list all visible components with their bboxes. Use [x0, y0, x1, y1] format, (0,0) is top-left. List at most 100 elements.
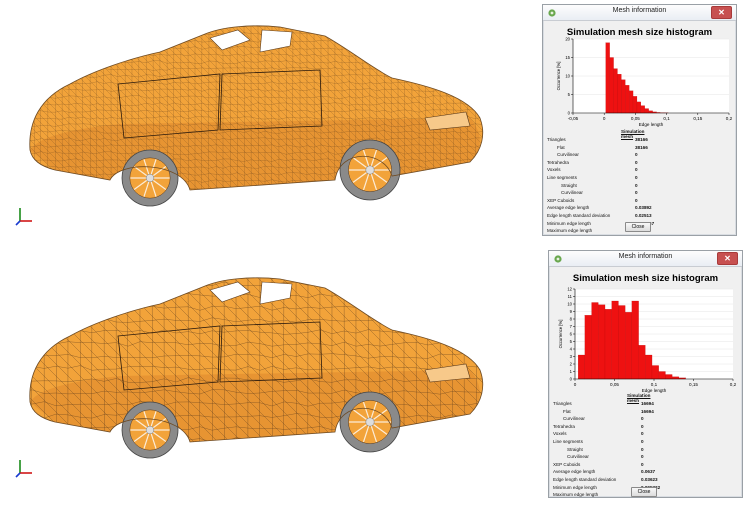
stats-label: Average edge length: [553, 468, 595, 476]
mesh-viewport-coarse[interactable]: [0, 252, 530, 502]
histogram-bar: [639, 345, 646, 379]
histogram-bar: [618, 306, 625, 380]
stats-label: XEP Cuboids: [553, 461, 580, 469]
stats-label: Average edge length: [547, 204, 589, 212]
mesh-information-dialog: Mesh information ✕ Simulation mesh size …: [542, 4, 737, 236]
stats-label: Curvilinear: [563, 415, 585, 423]
histogram-bar: [637, 102, 641, 113]
stats-label: Tetrahedra: [547, 159, 569, 167]
stats-value: 0: [635, 182, 638, 190]
histogram-bar: [621, 80, 625, 113]
histogram-bar: [641, 106, 645, 113]
histogram-bar: [625, 312, 632, 379]
stats-label: Curvilinear: [567, 453, 589, 461]
stats-label: XEP Cuboids: [547, 197, 574, 205]
y-tick-label: 6: [570, 332, 573, 337]
y-tick-label: 20: [565, 37, 570, 42]
histogram-bar: [610, 58, 614, 114]
x-axis-label: Edge length: [639, 122, 664, 127]
stats-value: 0: [641, 461, 644, 469]
histogram-bar: [614, 69, 618, 113]
stats-value: 0.03892: [635, 204, 652, 212]
histogram-bar: [585, 315, 592, 379]
y-tick-label: 8: [570, 317, 573, 322]
stats-value: 16694: [641, 408, 654, 416]
stats-label: Edge length standard deviation: [547, 212, 610, 220]
stats-value: 0: [641, 430, 644, 438]
stats-label: Tetrahedra: [553, 423, 575, 431]
stats-value: 0: [641, 438, 644, 446]
x-tick-label: 0,1: [663, 116, 670, 121]
stats-value: 0.0637: [641, 468, 655, 476]
histogram-chart: 00,050,10,150,20123456789101112Edge leng…: [549, 285, 742, 393]
mesh-viewport-fine[interactable]: [0, 0, 530, 250]
y-tick-label: 5: [568, 92, 571, 97]
close-button[interactable]: Close: [625, 222, 651, 232]
histogram-bar: [659, 372, 666, 380]
stats-label: Minimum edge length: [547, 220, 591, 228]
car-mesh-render-coarse[interactable]: [0, 252, 530, 502]
histogram-bar: [632, 301, 639, 379]
stats-value: 0: [641, 446, 644, 454]
histogram-chart: -0,0500,050,10,150,205101520Edge lengthO…: [543, 37, 736, 129]
stats-value: 0.03623: [641, 476, 658, 484]
y-tick-label: 15: [565, 55, 570, 60]
axis-triad-icon: [14, 205, 36, 227]
dialog-titlebar[interactable]: Mesh information ✕: [549, 251, 742, 267]
histogram-bar: [665, 375, 672, 380]
stats-label: Minimum edge length: [553, 484, 597, 492]
stats-label: Maximum edge length: [547, 227, 592, 235]
histogram-bar: [625, 85, 629, 113]
y-tick-label: 12: [567, 287, 572, 292]
stats-label: Curvilinear: [561, 189, 583, 197]
histogram-bar: [605, 309, 612, 379]
y-axis-label: Occurrence [%]: [558, 320, 563, 349]
stats-value: 38166: [635, 136, 648, 144]
histogram-bar: [672, 377, 679, 379]
y-axis-label: Occurrence [%]: [556, 62, 561, 91]
stats-value: 0: [635, 197, 638, 205]
x-tick-label: 0: [574, 382, 577, 387]
stats-label: Line segments: [547, 174, 577, 182]
close-button[interactable]: Close: [631, 487, 657, 497]
y-tick-label: 11: [568, 294, 573, 299]
y-tick-label: 2: [570, 362, 573, 367]
dialog-titlebar[interactable]: Mesh information ✕: [543, 5, 736, 21]
histogram-bar: [633, 96, 637, 113]
stats-value: 38166: [635, 144, 648, 152]
x-tick-label: 0,15: [693, 116, 702, 121]
histogram-title: Simulation mesh size histogram: [549, 273, 742, 284]
stats-value: 0: [641, 423, 644, 431]
stats-value: 16694: [641, 400, 654, 408]
dialog-title: Mesh information: [543, 7, 736, 14]
stats-value: 0: [641, 453, 644, 461]
y-tick-label: 1: [570, 369, 573, 374]
x-tick-label: 0,1: [651, 382, 658, 387]
stats-label: Line segments: [553, 438, 583, 446]
y-tick-label: 0: [568, 111, 571, 116]
stats-label: Flat: [563, 408, 571, 416]
stats-label: Triangles: [547, 136, 566, 144]
x-tick-label: 0,05: [631, 116, 640, 121]
histogram-bar: [649, 111, 653, 113]
stats-value: 0: [641, 415, 644, 423]
x-tick-label: -0,05: [568, 116, 579, 121]
histogram-bar: [645, 355, 652, 379]
mesh-information-dialog: Mesh information ✕ Simulation mesh size …: [548, 250, 743, 498]
axis-triad-icon: [14, 457, 36, 479]
stats-label: Flat: [557, 144, 565, 152]
y-tick-label: 7: [570, 324, 573, 329]
stats-value: 0: [635, 151, 638, 159]
y-tick-label: 3: [570, 354, 573, 359]
y-tick-label: 4: [570, 347, 573, 352]
histogram-bar: [598, 305, 605, 379]
wheel-hub: [366, 166, 374, 174]
close-icon[interactable]: ✕: [717, 252, 738, 265]
car-mesh-render-fine[interactable]: [0, 0, 530, 250]
histogram-bar: [592, 303, 599, 380]
close-icon[interactable]: ✕: [711, 6, 732, 19]
histogram-bar: [612, 301, 619, 379]
y-tick-label: 0: [570, 377, 573, 382]
y-tick-label: 10: [567, 302, 572, 307]
stats-label: Maximum edge length: [553, 491, 598, 499]
